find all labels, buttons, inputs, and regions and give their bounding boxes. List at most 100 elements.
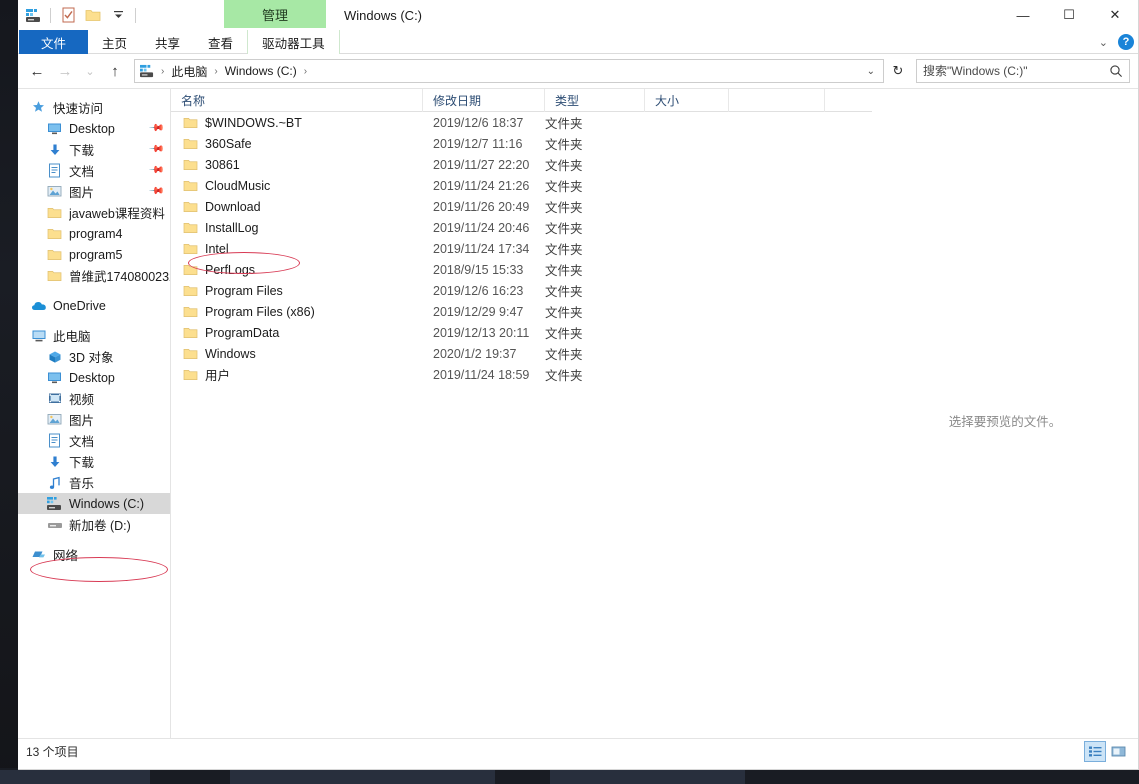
file-date-cell: 2019/12/6 18:37 bbox=[433, 115, 524, 130]
file-name-cell: InstallLog bbox=[171, 221, 433, 235]
file-date-cell: 2019/11/24 18:59 bbox=[433, 367, 530, 382]
sidebar-item-pictures-qa[interactable]: 图片 📌 bbox=[18, 181, 170, 202]
column-header-size[interactable]: 大小 bbox=[645, 89, 729, 112]
drive-icon[interactable] bbox=[22, 4, 44, 26]
sidebar-item-new-volume-d[interactable]: 新加卷 (D:) bbox=[18, 514, 170, 535]
sidebar-item-this-pc[interactable]: 此电脑 bbox=[18, 325, 170, 346]
this-pc-icon bbox=[30, 327, 47, 344]
tab-view[interactable]: 查看 bbox=[194, 30, 247, 54]
background-window-strip bbox=[0, 0, 20, 784]
sidebar-label: 下载 bbox=[69, 456, 95, 470]
sidebar-item-downloads-qa[interactable]: 下载 📌 bbox=[18, 139, 170, 160]
column-header-type[interactable]: 类型 bbox=[545, 89, 645, 112]
refresh-button[interactable]: ↻ bbox=[886, 58, 910, 84]
up-button[interactable]: ↑ bbox=[102, 58, 128, 84]
pictures-icon bbox=[46, 411, 63, 428]
sidebar-item-quick-access[interactable]: 快速访问 bbox=[18, 97, 170, 118]
breadcrumb-item-windows-c[interactable]: Windows (C:) bbox=[221, 63, 301, 79]
sidebar-item-student-folder[interactable]: 曾维武1740800232 bbox=[18, 265, 170, 286]
file-date-cell: 2019/12/6 16:23 bbox=[433, 283, 524, 298]
breadcrumb-item-this-pc[interactable]: 此电脑 bbox=[167, 62, 211, 81]
sidebar-item-network[interactable]: 网络 bbox=[18, 544, 170, 565]
folder-icon bbox=[46, 225, 63, 242]
sidebar-item-pictures-pc[interactable]: 图片 bbox=[18, 409, 170, 430]
table-row[interactable]: Program Files 2019/12/6 16:23 文件夹 bbox=[171, 280, 872, 301]
file-name-label: Intel bbox=[205, 241, 229, 256]
sidebar-label: Desktop bbox=[69, 370, 115, 385]
table-row[interactable]: 用户 2019/11/24 18:59 文件夹 bbox=[171, 364, 872, 385]
maximize-button[interactable]: ☐ bbox=[1046, 0, 1092, 30]
taskbar[interactable] bbox=[0, 768, 1139, 784]
pin-icon[interactable]: 📌 bbox=[147, 183, 164, 200]
3d-objects-icon bbox=[46, 348, 63, 365]
chevron-down-icon[interactable]: ⌄ bbox=[1099, 36, 1108, 49]
sidebar-item-desktop-pc[interactable]: Desktop bbox=[18, 367, 170, 388]
details-view-button[interactable] bbox=[1084, 741, 1106, 762]
desktop-icon bbox=[46, 369, 63, 386]
table-row[interactable]: ProgramData 2019/12/13 20:11 文件夹 bbox=[171, 322, 872, 343]
pin-icon[interactable]: 📌 bbox=[147, 120, 164, 137]
minimize-button[interactable]: — bbox=[1000, 0, 1046, 30]
sidebar-item-3d-objects[interactable]: 3D 对象 bbox=[18, 346, 170, 367]
recent-locations-dropdown[interactable]: ⌄ bbox=[80, 58, 100, 84]
sidebar-item-program5[interactable]: program5 bbox=[18, 244, 170, 265]
properties-icon[interactable] bbox=[57, 4, 79, 26]
help-icon[interactable]: ? bbox=[1118, 34, 1134, 50]
drive-icon bbox=[46, 495, 63, 512]
file-type-cell: 文件夹 bbox=[545, 201, 583, 215]
file-name-label: 30861 bbox=[205, 157, 240, 172]
sidebar-item-windows-c[interactable]: Windows (C:) bbox=[18, 493, 170, 514]
search-input[interactable] bbox=[923, 64, 1109, 78]
table-row[interactable]: $WINDOWS.~BT 2019/12/6 18:37 文件夹 bbox=[171, 112, 872, 133]
breadcrumb-separator-2[interactable]: › bbox=[303, 66, 308, 77]
file-name-label: ProgramData bbox=[205, 325, 280, 340]
forward-button[interactable]: → bbox=[52, 58, 78, 84]
table-row[interactable]: Download 2019/11/26 20:49 文件夹 bbox=[171, 196, 872, 217]
address-bar[interactable]: › 此电脑 › Windows (C:) › ⌄ bbox=[134, 59, 884, 83]
table-row[interactable]: 30861 2019/11/27 22:20 文件夹 bbox=[171, 154, 872, 175]
address-dropdown-icon[interactable]: ⌄ bbox=[863, 66, 879, 77]
column-header-date[interactable]: 修改日期 bbox=[423, 89, 545, 112]
breadcrumb-separator-0[interactable]: › bbox=[160, 66, 165, 77]
pin-icon[interactable]: 📌 bbox=[147, 141, 164, 158]
new-folder-icon[interactable] bbox=[82, 4, 104, 26]
folder-icon bbox=[183, 284, 198, 297]
table-row[interactable]: Intel 2019/11/24 17:34 文件夹 bbox=[171, 238, 872, 259]
breadcrumb-separator-1[interactable]: › bbox=[213, 66, 218, 77]
large-icons-view-button[interactable] bbox=[1108, 741, 1130, 762]
tab-home[interactable]: 主页 bbox=[88, 30, 141, 54]
sidebar-item-downloads-pc[interactable]: 下载 bbox=[18, 451, 170, 472]
tab-file[interactable]: 文件 bbox=[19, 30, 89, 54]
sidebar-item-program4[interactable]: program4 bbox=[18, 223, 170, 244]
search-box[interactable] bbox=[916, 59, 1130, 83]
sidebar-item-documents-qa[interactable]: 文档 📌 bbox=[18, 160, 170, 181]
table-row[interactable]: PerfLogs 2018/9/15 15:33 文件夹 bbox=[171, 259, 872, 280]
navigation-pane[interactable]: 快速访问 Desktop 📌 下载 📌 文档 📌 图片 📌 javaweb课程资… bbox=[18, 89, 170, 738]
sidebar-item-music[interactable]: 音乐 bbox=[18, 472, 170, 493]
file-date-cell: 2019/11/26 20:49 bbox=[433, 199, 530, 214]
table-row[interactable]: InstallLog 2019/11/24 20:46 文件夹 bbox=[171, 217, 872, 238]
file-name-label: Download bbox=[205, 199, 261, 214]
close-button[interactable]: ✕ bbox=[1092, 0, 1138, 30]
pin-icon[interactable]: 📌 bbox=[147, 162, 164, 179]
customize-dropdown-icon[interactable] bbox=[107, 4, 129, 26]
table-row[interactable]: Program Files (x86) 2019/12/29 9:47 文件夹 bbox=[171, 301, 872, 322]
tab-drive-tools[interactable]: 驱动器工具 bbox=[247, 30, 340, 54]
sidebar-item-desktop-qa[interactable]: Desktop 📌 bbox=[18, 118, 170, 139]
breadcrumb: › 此电脑 › Windows (C:) › bbox=[139, 62, 863, 81]
sidebar-item-videos[interactable]: 视频 bbox=[18, 388, 170, 409]
star-pin-icon bbox=[30, 99, 47, 116]
file-name-cell: 30861 bbox=[171, 158, 433, 172]
table-row[interactable]: CloudMusic 2019/11/24 21:26 文件夹 bbox=[171, 175, 872, 196]
table-row[interactable]: Windows 2020/1/2 19:37 文件夹 bbox=[171, 343, 872, 364]
sidebar-item-javaweb[interactable]: javaweb课程资料 bbox=[18, 202, 170, 223]
table-row[interactable]: 360Safe 2019/12/7 11:16 文件夹 bbox=[171, 133, 872, 154]
column-header-blank[interactable] bbox=[729, 89, 825, 112]
sidebar-label: 网络 bbox=[53, 549, 79, 563]
sidebar-item-onedrive[interactable]: OneDrive bbox=[18, 295, 170, 316]
back-button[interactable]: ← bbox=[24, 58, 50, 84]
sidebar-item-documents-pc[interactable]: 文档 bbox=[18, 430, 170, 451]
tab-share[interactable]: 共享 bbox=[141, 30, 194, 54]
file-list-pane[interactable]: 名称 修改日期 类型 大小 ^ $WINDOWS.~BT 2019/12/6 18… bbox=[171, 89, 872, 738]
search-icon[interactable] bbox=[1109, 64, 1123, 78]
